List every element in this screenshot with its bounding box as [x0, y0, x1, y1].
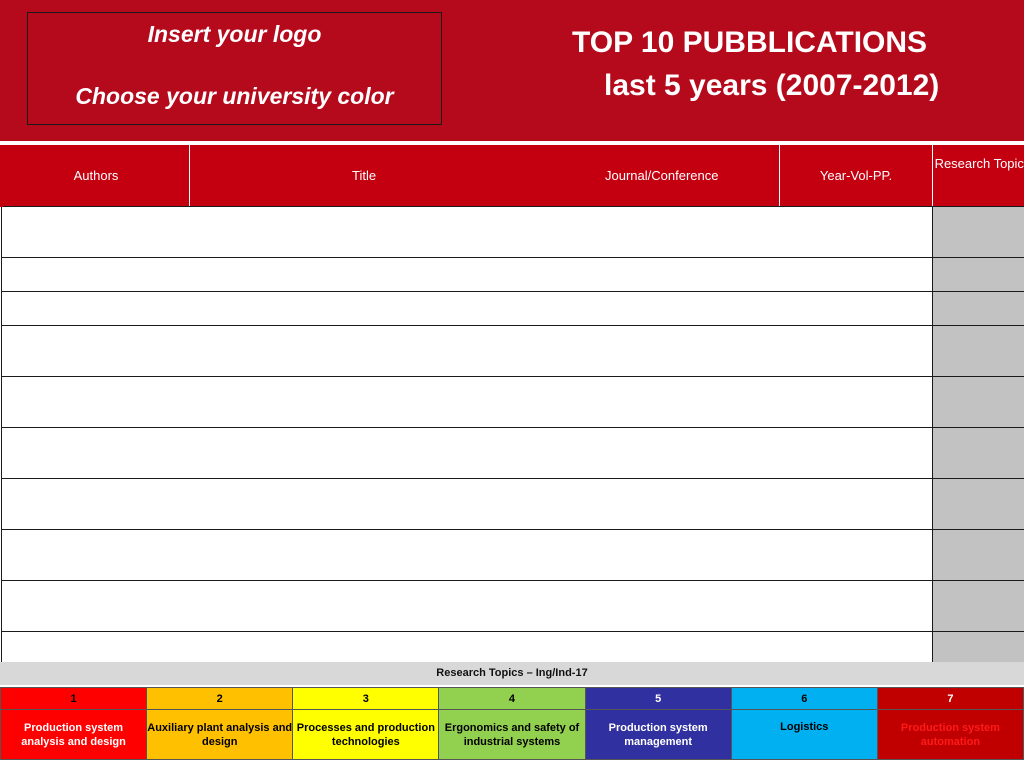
research-topic-cell[interactable]	[932, 257, 1024, 292]
logo-placeholder-box[interactable]: Insert your logo Choose your university …	[27, 12, 442, 125]
topic-label-3: Processes and production technologies	[292, 709, 440, 760]
column-header-title: Title	[189, 145, 545, 207]
topic-number-2: 2	[146, 687, 294, 710]
table-row	[1, 478, 1024, 530]
page-title: TOP 10 PUBBLICATIONS	[572, 26, 928, 59]
table-row	[1, 325, 1024, 377]
header-banner: Insert your logo Choose your university …	[0, 0, 1024, 141]
research-topics-legend-title: Research Topics – Ing/Ind-17	[0, 662, 1024, 685]
publication-cell[interactable]	[1, 631, 933, 666]
topic-label-2: Auxiliary plant analysis and design	[146, 709, 294, 760]
topic-label-4: Ergonomics and safety of industrial syst…	[438, 709, 586, 760]
column-header-journal: Journal/Conference	[544, 145, 780, 207]
topic-number-6: 6	[730, 687, 878, 710]
table-row	[1, 631, 1024, 666]
publications-table: Authors Title Journal/Conference Year-Vo…	[0, 145, 1024, 666]
research-topic-cell[interactable]	[932, 478, 1024, 530]
column-header-year-vol-pp: Year-Vol-PP.	[779, 145, 933, 207]
publication-cell[interactable]	[1, 291, 933, 326]
topic-label-7: Production system automation	[876, 709, 1024, 760]
table-row	[1, 206, 1024, 258]
publication-cell[interactable]	[1, 580, 933, 632]
logo-placeholder-text: Insert your logo	[147, 21, 322, 47]
research-topic-cell[interactable]	[932, 291, 1024, 326]
publication-cell[interactable]	[1, 529, 933, 581]
research-topics-legend: 1 2 3 4 5 6 7 Production system analysis…	[0, 687, 1024, 760]
research-topic-cell[interactable]	[932, 580, 1024, 632]
research-topic-cell[interactable]	[932, 427, 1024, 479]
topic-number-5: 5	[584, 687, 732, 710]
table-row	[1, 291, 1024, 326]
publication-cell[interactable]	[1, 257, 933, 292]
legend-number-row: 1 2 3 4 5 6 7	[0, 687, 1024, 710]
page-subtitle: last 5 years (2007-2012)	[604, 69, 940, 102]
publication-cell[interactable]	[1, 427, 933, 479]
topic-number-3: 3	[292, 687, 440, 710]
table-row	[1, 529, 1024, 581]
legend-label-row: Production system analysis and design Au…	[0, 709, 1024, 760]
topic-label-1: Production system analysis and design	[0, 709, 148, 760]
publication-cell[interactable]	[1, 325, 933, 377]
university-color-text: Choose your university color	[75, 83, 394, 109]
table-row	[1, 257, 1024, 292]
column-header-research-topic: Research Topic	[932, 145, 1024, 207]
table-row	[1, 580, 1024, 632]
table-row	[1, 427, 1024, 479]
column-header-authors: Authors	[0, 145, 190, 207]
topic-label-5: Production system management	[584, 709, 732, 760]
publication-cell[interactable]	[1, 376, 933, 428]
topic-number-4: 4	[438, 687, 586, 710]
topic-label-6: Logistics	[730, 709, 878, 760]
publication-cell[interactable]	[1, 478, 933, 530]
table-header-row: Authors Title Journal/Conference Year-Vo…	[0, 145, 1024, 207]
topic-number-7: 7	[876, 687, 1024, 710]
table-row	[1, 376, 1024, 428]
research-topic-cell[interactable]	[932, 631, 1024, 666]
research-topic-cell[interactable]	[932, 529, 1024, 581]
research-topic-cell[interactable]	[932, 206, 1024, 258]
research-topic-cell[interactable]	[932, 376, 1024, 428]
research-topic-cell[interactable]	[932, 325, 1024, 377]
topic-number-1: 1	[0, 687, 148, 710]
publication-cell[interactable]	[1, 206, 933, 258]
